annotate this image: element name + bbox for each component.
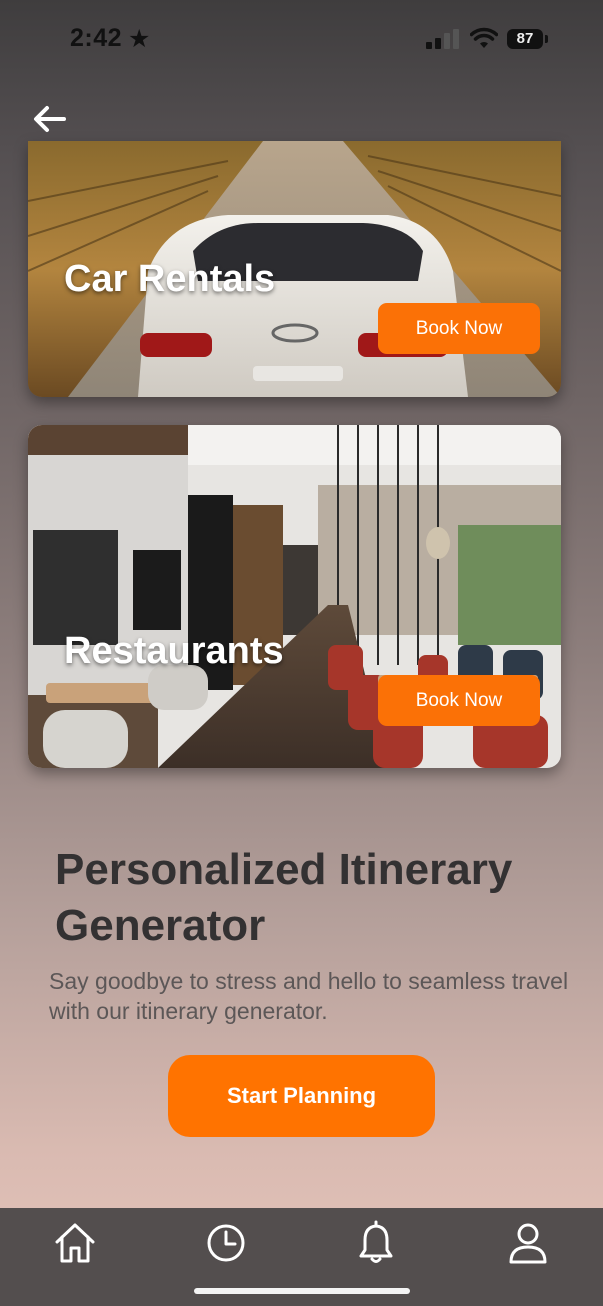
status-time: 2:42	[70, 24, 123, 52]
book-now-button-car[interactable]: Book Now	[378, 303, 540, 354]
home-indicator	[194, 1288, 410, 1294]
bell-icon[interactable]	[353, 1220, 399, 1266]
star-icon: ★	[128, 25, 151, 53]
card-title: Restaurants	[64, 630, 284, 672]
battery-indicator: 87	[507, 29, 543, 49]
promo-description: Say goodbye to stress and hello to seaml…	[49, 968, 569, 1024]
book-now-button-restaurant[interactable]: Book Now	[378, 675, 540, 726]
restaurants-card[interactable]: Restaurants Book Now	[28, 425, 561, 768]
card-title: Car Rentals	[64, 258, 276, 300]
start-planning-button[interactable]: Start Planning	[168, 1055, 435, 1137]
profile-icon[interactable]	[505, 1220, 551, 1266]
battery-cap	[545, 35, 548, 43]
status-bar: 2:42 ★ 87	[0, 0, 603, 80]
promo-headline: Personalized Itinerary Generator	[55, 845, 513, 950]
home-icon[interactable]	[52, 1220, 98, 1266]
cellular-signal-icon	[426, 29, 460, 49]
car-rentals-card[interactable]: Car Rentals Book Now	[28, 141, 561, 397]
back-arrow-icon[interactable]	[30, 102, 70, 136]
wifi-icon	[470, 27, 498, 48]
history-clock-icon[interactable]	[203, 1220, 249, 1266]
